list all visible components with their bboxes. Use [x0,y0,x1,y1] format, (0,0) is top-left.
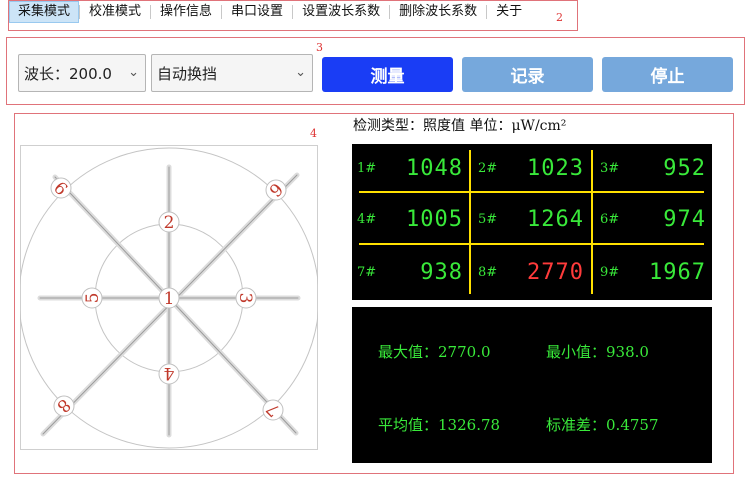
measurement-points-diagram: 123456789 [20,145,318,450]
measure-button[interactable]: 测量 [322,57,453,92]
avg-label: 平均值： [378,416,439,434]
wavelength-select[interactable]: 波长：200.0 ⌄ [18,54,146,92]
cell-value: 1967 [649,260,706,285]
region-marker: 2 [556,11,563,24]
max-value: 2770.0 [438,343,491,361]
std-label: 标准差： [546,416,607,434]
cell-value: 1023 [527,156,584,181]
region-marker: 3 [316,41,323,54]
main-panel: 4 123456789 检测类型：照度值 单位：μW/cm² 1# 1048 2# 1… [14,113,734,474]
std-stat: 标准差：0.4757 [546,414,659,435]
unit-value: μW/cm² [511,118,567,134]
range-select-value: 自动换挡 [157,64,218,83]
cell-label: 9# [600,265,620,280]
cell-label: 3# [600,161,620,176]
max-label: 最大值： [378,343,439,361]
point-label: 4 [164,363,175,383]
cell-value: 1005 [406,207,463,232]
avg-stat: 平均值：1326.78 [378,414,500,435]
toolbar-region: 3 波长：200.0 ⌄ 自动换挡 ⌄ 测量 记录 停止 [6,37,745,105]
min-stat: 最小值：938.0 [546,341,649,362]
statistics-panel: 最大值：2770.0 最小值：938.0 平均值：1326.78 标准差：0.4… [352,307,712,463]
cell-label: 5# [478,212,498,227]
cell-label: 7# [357,265,377,280]
min-value: 938.0 [606,343,649,361]
menu-about[interactable]: 关于 [487,1,531,23]
stop-button[interactable]: 停止 [602,57,733,92]
wavelength-select-value: 波长：200.0 [24,64,112,83]
detection-type-value: 照度值 [423,118,465,134]
readings-grid: 1# 1048 2# 1023 3# 952 4# 1005 5# 1264 6# 974 7# 938 8… [352,144,712,300]
grid-line-vertical [591,150,593,294]
cell-value: 1048 [406,156,463,181]
menu-bar: 采集模式 校准模式 操作信息 串口设置 设置波长系数 删除波长系数 关于 [9,1,531,23]
max-stat: 最大值：2770.0 [378,341,491,362]
chevron-down-icon: ⌄ [128,65,139,80]
min-label: 最小值： [546,343,607,361]
point-label: 5 [83,293,103,304]
cell-value: 952 [663,156,706,181]
point-label: 3 [235,293,255,304]
cell-value: 974 [663,207,706,232]
menu-set-wavelength-coef[interactable]: 设置波长系数 [293,1,389,23]
menu-delete-wavelength-coef[interactable]: 删除波长系数 [390,1,486,23]
menu-acquisition-mode[interactable]: 采集模式 [9,1,80,23]
chevron-down-icon: ⌄ [295,65,306,80]
record-button[interactable]: 记录 [462,57,593,92]
grid-line-vertical [469,150,471,294]
menu-operation-info[interactable]: 操作信息 [151,1,221,23]
unit-label: 单位： [469,118,512,134]
menu-calibration-mode[interactable]: 校准模式 [80,1,150,23]
cell-label: 8# [478,265,498,280]
menu-serial-settings[interactable]: 串口设置 [222,1,292,23]
cell-label: 2# [478,161,498,176]
avg-value: 1326.78 [438,416,501,434]
grid-line-horizontal [359,191,704,193]
cell-value: 1264 [527,207,584,232]
point-label: 2 [164,213,175,233]
cell-label: 6# [600,212,620,227]
std-value: 0.4757 [606,416,659,434]
cell-value: 2770 [527,260,584,285]
cell-label: 1# [357,161,377,176]
range-select[interactable]: 自动换挡 ⌄ [151,54,313,92]
cell-label: 4# [357,212,377,227]
detection-type-label: 检测类型： [353,118,423,134]
cell-value: 938 [420,260,463,285]
grid-line-horizontal [359,243,704,245]
region-marker: 4 [310,127,317,140]
point-label: 1 [164,289,175,309]
detection-info: 检测类型：照度值 单位：μW/cm² [353,115,566,135]
menu-bar-region: 采集模式 校准模式 操作信息 串口设置 设置波长系数 删除波长系数 关于 2 [8,0,578,31]
